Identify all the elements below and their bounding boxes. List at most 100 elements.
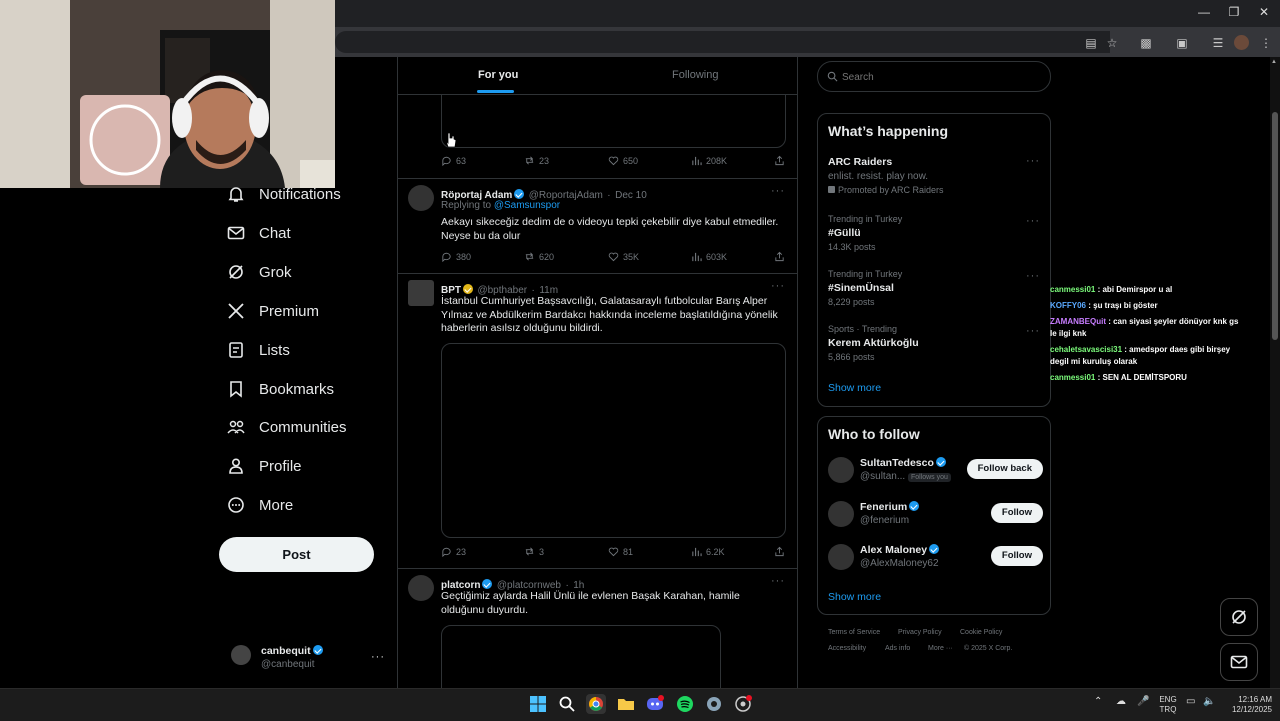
trends-show-more[interactable]: Show more: [828, 382, 881, 394]
repost-button[interactable]: 620: [524, 251, 554, 262]
reply-button[interactable]: 380: [441, 251, 471, 262]
follow-button[interactable]: Follow: [990, 503, 1043, 523]
obs-recording-icon[interactable]: [733, 694, 753, 714]
follow-avatar[interactable]: [828, 501, 854, 527]
scrollbar-thumb[interactable]: [1272, 112, 1278, 340]
footer-link-cookie[interactable]: Cookie Policy: [960, 629, 1002, 636]
post-button[interactable]: Post: [219, 537, 374, 572]
network-icon[interactable]: ▭: [1186, 697, 1195, 707]
account-menu-icon[interactable]: ···: [371, 651, 385, 663]
trend-more-icon[interactable]: ···: [1026, 270, 1040, 282]
discord-icon[interactable]: [645, 694, 665, 714]
trend-more-icon[interactable]: ···: [1026, 215, 1040, 227]
footer-link-more[interactable]: More ···: [928, 645, 953, 652]
volume-icon[interactable]: 🔈: [1203, 697, 1215, 707]
tweet-more-icon[interactable]: ···: [771, 575, 785, 587]
follow-button[interactable]: Follow: [990, 546, 1043, 566]
follow-show-more[interactable]: Show more: [828, 591, 881, 603]
share-button[interactable]: [774, 155, 785, 166]
tweet-avatar[interactable]: [408, 280, 434, 306]
follow-suggestion[interactable]: Fenerium @fenerium Follow: [828, 499, 1043, 529]
follow-suggestion[interactable]: Alex Maloney @AlexMaloney62 Follow: [828, 542, 1043, 572]
tweet-avatar[interactable]: [408, 575, 434, 601]
replying-to-link[interactable]: @Samsunspor: [494, 200, 560, 211]
account-avatar[interactable]: [231, 645, 251, 665]
tab-following[interactable]: Following: [672, 69, 718, 81]
nav-profile[interactable]: Profile: [226, 451, 396, 481]
search-taskbar-icon[interactable]: [557, 694, 577, 714]
repost-button[interactable]: 3: [524, 546, 544, 557]
language-indicator[interactable]: ENG TRQ: [1157, 695, 1179, 715]
account-name-row[interactable]: canbequit: [261, 645, 323, 657]
minimize-icon[interactable]: —: [1196, 5, 1212, 21]
follow-suggestion[interactable]: SultanTedesco @sultan... Follows you Fol…: [828, 455, 1043, 485]
trend-more-icon[interactable]: ···: [1026, 155, 1040, 167]
chrome-taskbar-icon[interactable]: [586, 694, 606, 714]
repost-button[interactable]: 23: [524, 155, 549, 166]
tweet-media[interactable]: [441, 625, 721, 688]
reply-button[interactable]: 63: [441, 155, 466, 166]
clock[interactable]: 12:16 AM 12/12/2025: [1222, 695, 1272, 715]
share-button[interactable]: [774, 251, 785, 262]
nav-lists[interactable]: Lists: [226, 335, 396, 365]
address-bar[interactable]: [335, 31, 1110, 53]
views-button[interactable]: 208K: [691, 155, 727, 166]
tweet-media[interactable]: [441, 343, 786, 538]
like-button[interactable]: 650: [608, 155, 638, 166]
extensions-icon[interactable]: ▩: [1138, 35, 1154, 51]
spotify-icon[interactable]: [675, 694, 695, 714]
nav-communities[interactable]: Communities: [226, 412, 396, 442]
messages-fab[interactable]: [1220, 643, 1258, 681]
nav-premium[interactable]: Premium: [226, 296, 396, 326]
footer-link-terms[interactable]: Terms of Service: [828, 629, 880, 636]
trend-more-icon[interactable]: ···: [1026, 325, 1040, 337]
views-button[interactable]: 603K: [691, 251, 727, 262]
tweet-card[interactable]: BPT @bpthaber · 11m ··· İstanbul Cumhuri…: [398, 273, 797, 569]
like-button[interactable]: 35K: [608, 251, 639, 262]
grok-fab[interactable]: [1220, 598, 1258, 636]
media-controls-icon[interactable]: ☰: [1210, 35, 1226, 51]
browser-menu-icon[interactable]: ⋮: [1258, 35, 1274, 51]
nav-chat[interactable]: Chat: [226, 218, 396, 248]
follow-avatar[interactable]: [828, 544, 854, 570]
share-button[interactable]: [774, 546, 785, 557]
tab-for-you[interactable]: For you: [478, 69, 518, 81]
tray-app-icon[interactable]: ☁: [1116, 697, 1126, 707]
tweet-more-icon[interactable]: ···: [771, 280, 785, 292]
search-box[interactable]: [817, 61, 1051, 92]
trend-item[interactable]: Trending in Turkey #SinemÜnsal 8,229 pos…: [828, 269, 1038, 307]
views-button[interactable]: 6.2K: [691, 546, 725, 557]
follow-back-button[interactable]: Follow back: [966, 459, 1043, 479]
reply-button[interactable]: 23: [441, 546, 466, 557]
tweet-card[interactable]: Röportaj Adam @RoportajAdam · Dec 10 ···…: [398, 178, 797, 274]
nav-more[interactable]: More: [226, 490, 396, 520]
bookmark-star-icon[interactable]: ☆: [1104, 35, 1120, 51]
footer-link-ads[interactable]: Ads info: [885, 645, 910, 652]
tweet-time[interactable]: Dec 10: [615, 190, 647, 201]
nav-bookmarks[interactable]: Bookmarks: [226, 374, 396, 404]
close-icon[interactable]: ✕: [1256, 5, 1272, 21]
footer-link-privacy[interactable]: Privacy Policy: [898, 629, 942, 636]
tray-chevron-icon[interactable]: ⌃: [1094, 697, 1102, 707]
trend-item[interactable]: Sports · Trending Kerem Aktürkoğlu 5,866…: [828, 324, 1038, 362]
trend-item[interactable]: Trending in Turkey #Güllü 14.3K posts: [828, 214, 1038, 252]
search-input[interactable]: [840, 68, 1044, 86]
tweet-card[interactable]: platcorn @platcornweb · 1h ··· Geçtiğimi…: [398, 568, 797, 688]
tweet-avatar[interactable]: [408, 185, 434, 211]
like-button[interactable]: 81: [608, 546, 633, 557]
nav-notifications[interactable]: Notifications: [226, 179, 396, 209]
file-explorer-icon[interactable]: [616, 694, 636, 714]
nav-grok[interactable]: Grok: [226, 257, 396, 287]
follow-avatar[interactable]: [828, 457, 854, 483]
scroll-up-icon[interactable]: ▲: [1271, 59, 1277, 65]
split-view-icon[interactable]: ▣: [1174, 35, 1190, 51]
microphone-icon[interactable]: 🎤: [1137, 697, 1149, 707]
profile-avatar-icon[interactable]: [1234, 35, 1249, 50]
settings-taskbar-icon[interactable]: [704, 694, 724, 714]
start-icon[interactable]: [528, 694, 548, 714]
restore-icon[interactable]: ❐: [1226, 5, 1242, 21]
tweet-more-icon[interactable]: ···: [771, 185, 785, 197]
install-app-icon[interactable]: ▤: [1083, 35, 1099, 51]
footer-link-accessibility[interactable]: Accessibility: [828, 645, 866, 652]
promoted-trend[interactable]: ARC Raiders enlist. resist. play now. Pr…: [828, 156, 1038, 195]
